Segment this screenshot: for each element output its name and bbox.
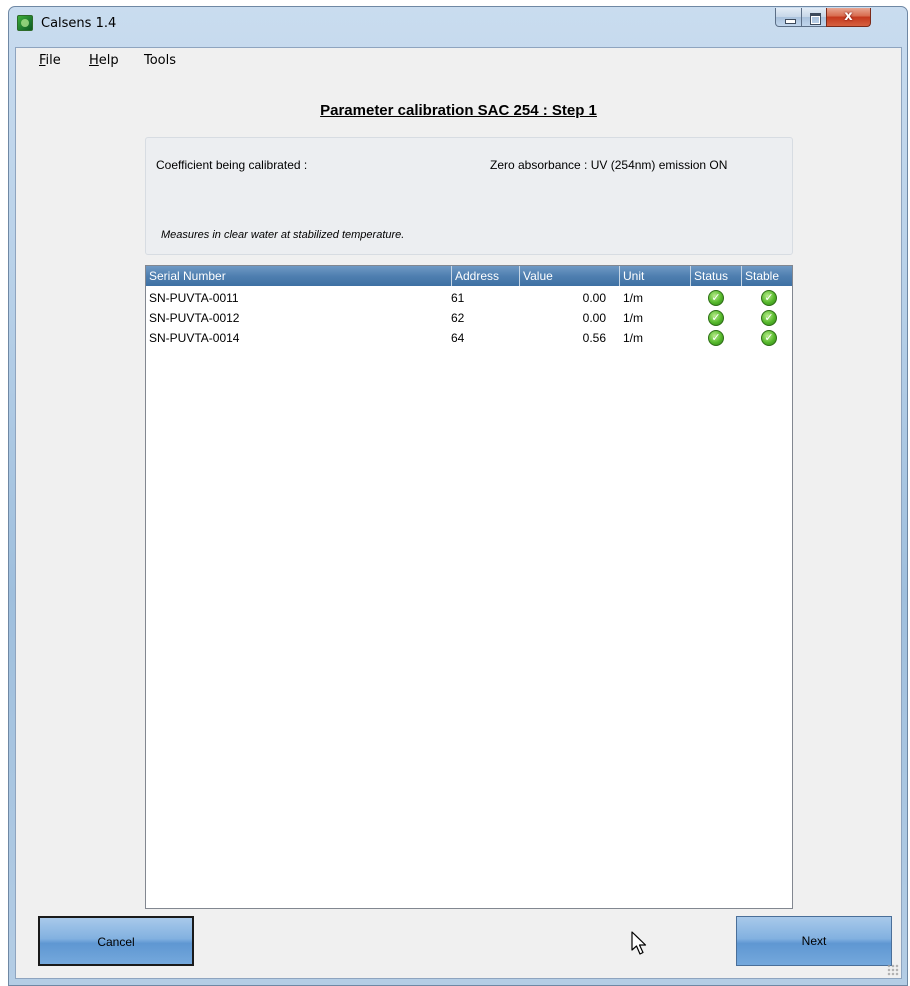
cancel-button[interactable]: Cancel: [38, 916, 194, 966]
stable-check-icon: [761, 310, 777, 326]
minimize-button[interactable]: [775, 8, 802, 27]
app-window: Calsens 1.4 x File Help Tools Parameter …: [8, 6, 908, 986]
cell-unit: 1/m: [623, 331, 644, 345]
cell-value: 0.56: [582, 331, 606, 345]
column-stable[interactable]: Stable: [742, 266, 792, 286]
menu-file-rest: ile: [45, 53, 61, 68]
resize-grip-icon[interactable]: [887, 964, 899, 976]
sensor-list[interactable]: Serial Number Address Value Unit Status …: [145, 265, 793, 909]
column-status[interactable]: Status: [691, 266, 742, 286]
cell-serial: SN-PUVTA-0014: [149, 331, 240, 345]
cell-value: 0.00: [582, 311, 606, 325]
menu-help[interactable]: Help: [89, 53, 119, 68]
close-button[interactable]: x: [826, 8, 871, 27]
menu-file[interactable]: File: [39, 53, 61, 68]
cell-unit: 1/m: [623, 291, 644, 305]
menu-tools[interactable]: Tools: [144, 53, 176, 68]
client-area: File Help Tools Parameter calibration SA…: [15, 47, 902, 979]
title-bar[interactable]: Calsens 1.4 x: [9, 7, 907, 47]
table-row[interactable]: SN-PUVTA-0014 64 0.56 1/m: [146, 328, 792, 348]
stable-check-icon: [761, 330, 777, 346]
cell-address: 64: [451, 331, 465, 345]
column-serial-number[interactable]: Serial Number: [146, 266, 452, 286]
maximize-button[interactable]: [801, 8, 827, 27]
table-row[interactable]: SN-PUVTA-0011 61 0.00 1/m: [146, 288, 792, 308]
next-button[interactable]: Next: [736, 916, 892, 966]
status-check-icon: [708, 290, 724, 306]
app-icon: [17, 15, 33, 31]
column-address[interactable]: Address: [452, 266, 520, 286]
coefficient-label: Coefficient being calibrated :: [156, 158, 308, 172]
coefficient-info-panel: Coefficient being calibrated : Zero abso…: [145, 137, 793, 255]
status-check-icon: [708, 310, 724, 326]
measurement-note: Measures in clear water at stabilized te…: [161, 229, 405, 241]
page-title: Parameter calibration SAC 254 : Step 1: [320, 102, 597, 119]
mouse-cursor-icon: [631, 931, 647, 955]
close-icon: x: [844, 9, 853, 24]
menu-tools-label: Tools: [144, 53, 177, 68]
list-header: Serial Number Address Value Unit Status …: [146, 266, 792, 286]
menu-bar: File Help Tools: [16, 48, 901, 72]
cell-address: 62: [451, 311, 465, 325]
stable-check-icon: [761, 290, 777, 306]
coefficient-value: Zero absorbance : UV (254nm) emission ON: [490, 158, 728, 172]
table-row[interactable]: SN-PUVTA-0012 62 0.00 1/m: [146, 308, 792, 328]
cell-address: 61: [451, 291, 465, 305]
status-check-icon: [708, 330, 724, 346]
cell-serial: SN-PUVTA-0012: [149, 311, 240, 325]
cell-unit: 1/m: [623, 311, 644, 325]
window-title: Calsens 1.4: [41, 16, 117, 31]
cell-serial: SN-PUVTA-0011: [149, 291, 239, 305]
column-unit[interactable]: Unit: [620, 266, 691, 286]
menu-help-rest: elp: [98, 53, 119, 68]
column-value[interactable]: Value: [520, 266, 620, 286]
menu-help-accel: H: [89, 53, 99, 68]
cell-value: 0.00: [582, 291, 606, 305]
